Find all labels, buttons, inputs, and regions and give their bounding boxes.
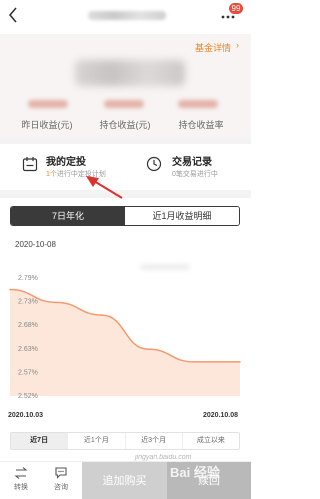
consult-button[interactable]: 咨询 <box>46 466 76 492</box>
area-fill <box>10 289 240 396</box>
divider <box>0 190 251 198</box>
x-label-start: 2020.10.03 <box>8 412 44 419</box>
y-tick-label: 2.63% <box>18 346 38 353</box>
trade-record-subtitle: 0笔交易进行中 <box>172 171 218 178</box>
holding-value <box>104 100 144 108</box>
selected-date: 2020-10-08 <box>15 240 56 249</box>
plan-count: 1个 <box>46 171 57 178</box>
data-point <box>147 348 149 350</box>
chart-tabs: 7日年化 近1月收益明细 <box>10 206 240 226</box>
swap-icon <box>14 467 28 479</box>
plan-sub: 进行中定投计划 <box>56 171 106 178</box>
range-1month[interactable]: 近1个月 <box>68 433 126 449</box>
y-tick-label: 2.52% <box>18 393 38 400</box>
holding-rate-label: 持仓收益率 <box>178 120 224 130</box>
range-3month[interactable]: 近3个月 <box>126 433 183 449</box>
calendar-icon <box>22 157 38 172</box>
chat-icon <box>55 467 67 479</box>
yesterday-label: 昨日收益(元) <box>21 120 73 130</box>
watermark-url: jingyan.baidu.com <box>135 454 192 461</box>
back-button[interactable] <box>8 7 24 25</box>
my-plan-title: 我的定投 <box>46 157 86 168</box>
holding-summary: 基金详情 › 昨日收益(元) 持仓收益(元) 持仓收益率 <box>0 34 251 138</box>
page-title <box>88 11 166 20</box>
switch-label: 转换 <box>14 484 28 491</box>
x-label-end: 2020.10.08 <box>203 412 239 419</box>
switch-button[interactable]: 转换 <box>6 466 36 492</box>
watermark-brand: Bai 经验 <box>170 465 220 480</box>
trade-record-title: 交易记录 <box>172 157 212 168</box>
data-point <box>239 361 241 363</box>
tab-monthly-detail[interactable]: 近1月收益明细 <box>125 207 239 225</box>
total-amount <box>75 60 185 86</box>
y-tick-label: 2.57% <box>18 369 38 376</box>
clock-icon <box>146 156 162 172</box>
y-tick-label: 2.79% <box>18 275 38 282</box>
y-tick-label: 2.73% <box>18 299 38 306</box>
yesterday-value <box>28 100 68 108</box>
data-point <box>193 361 195 363</box>
notification-badge: 99 <box>229 3 243 14</box>
range-selector: 近7日 近1个月 近3个月 成立以来 <box>10 432 240 450</box>
range-7day[interactable]: 近7日 <box>11 433 69 449</box>
add-purchase-button[interactable]: 追加购买 <box>82 462 167 499</box>
chevron-left-icon <box>8 7 17 23</box>
tab-7day-annualized[interactable]: 7日年化 <box>11 207 125 225</box>
range-since-inception[interactable]: 成立以来 <box>183 433 239 449</box>
chevron-right-icon: › <box>236 40 239 50</box>
data-point <box>101 314 103 316</box>
consult-label: 咨询 <box>54 484 68 491</box>
data-point <box>9 288 11 291</box>
holding-label: 持仓收益(元) <box>99 120 151 130</box>
data-point <box>55 301 57 304</box>
my-plan-subtitle: 1个进行中定投计划 <box>46 169 106 179</box>
fund-detail-link[interactable]: 基金详情 <box>195 41 231 54</box>
entry-row: 我的定投 1个进行中定投计划 交易记录 0笔交易进行中 <box>0 144 251 188</box>
holding-rate-value <box>178 100 218 108</box>
y-tick-label: 2.68% <box>18 322 38 329</box>
top-bar: 99 <box>0 0 251 34</box>
yield-chart[interactable]: 2.79% 2.73% 2.68% 2.63% 2.57% 2.52% <box>0 256 251 416</box>
